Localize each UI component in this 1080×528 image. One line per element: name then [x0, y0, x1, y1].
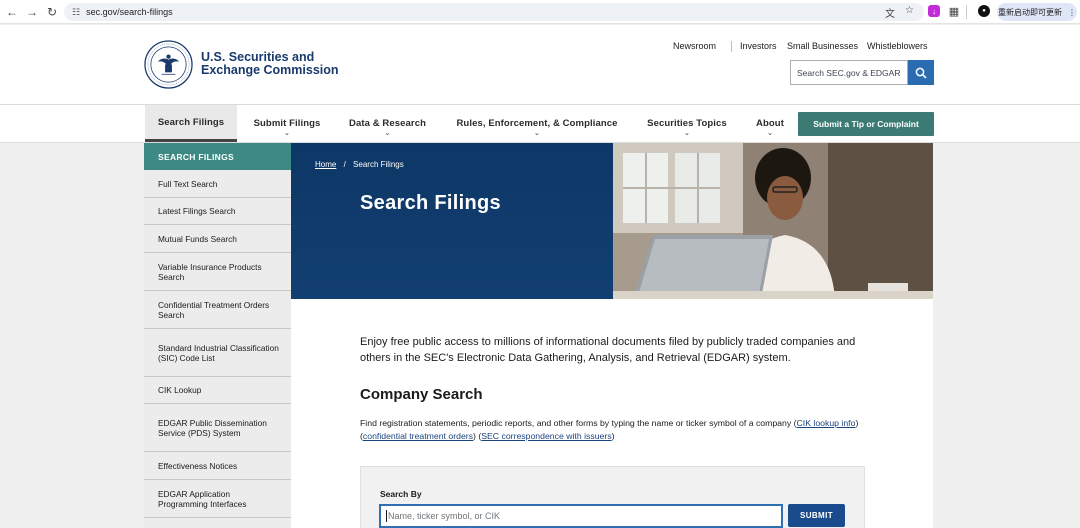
nav-label: Data & Research	[348, 118, 426, 129]
sidebar-heading[interactable]: SEARCH FILINGS	[144, 143, 291, 170]
sidebar: SEARCH FILINGS Full Text Search Latest F…	[144, 143, 291, 528]
text-caret	[386, 510, 387, 522]
breadcrumb: Home / Search Filings	[315, 160, 404, 169]
nav-about[interactable]: About ⌄	[748, 105, 792, 142]
sidebar-item-edgar-apis[interactable]: EDGAR Application Programming Interfaces	[144, 480, 291, 518]
intro-paragraph: Enjoy free public access to millions of …	[360, 336, 856, 364]
breadcrumb-home-link[interactable]: Home	[315, 160, 336, 169]
submit-button[interactable]: SUBMIT	[788, 504, 845, 527]
page-title: Search Filings	[360, 192, 501, 214]
toolbar-divider	[966, 5, 967, 19]
sidebar-item-confidential-treatment[interactable]: Confidential Treatment Orders Search	[144, 291, 291, 329]
chevron-down-icon: ⌄	[684, 130, 690, 137]
company-search-panel: Search By Name, ticker symbol, or CIK SU…	[360, 466, 865, 528]
chevron-down-icon: ⌄	[534, 130, 540, 137]
nav-label: Rules, Enforcement, & Compliance	[456, 118, 618, 129]
nav-label: About	[756, 118, 784, 129]
site-search-input[interactable]: Search SEC.gov & EDGAR	[790, 60, 908, 85]
sidebar-item-latest-filings[interactable]: Latest Filings Search	[144, 198, 291, 225]
search-by-label: Search By	[380, 489, 422, 499]
bookmark-star-icon[interactable]: ☆	[905, 5, 914, 20]
nav-submit-filings[interactable]: Submit Filings ⌄	[245, 105, 329, 142]
company-search-placeholder: Name, ticker symbol, or CIK	[388, 511, 501, 521]
utility-link-investors[interactable]: Investors	[740, 41, 777, 51]
sidebar-item-variable-insurance[interactable]: Variable Insurance Products Search	[144, 253, 291, 291]
browser-toolbar: ← → ↻ ☷ sec.gov/search-filings 文 ☆ ↓ ▦ ●…	[0, 0, 1080, 24]
chevron-down-icon: ⌄	[284, 130, 290, 137]
kebab-menu-icon: ⋮	[1068, 7, 1076, 17]
agency-name[interactable]: U.S. Securities and Exchange Commission	[201, 51, 339, 77]
address-url: sec.gov/search-filings	[86, 7, 173, 17]
submit-tip-button[interactable]: Submit a Tip or Complaint	[798, 112, 934, 136]
utility-divider	[731, 41, 732, 52]
nav-search-filings[interactable]: Search Filings	[145, 105, 237, 142]
desc-text: Find registration statements, periodic r…	[360, 418, 797, 428]
site-search-button[interactable]	[908, 60, 934, 85]
chevron-down-icon: ⌄	[384, 130, 391, 137]
agency-name-line2: Exchange Commission	[201, 63, 339, 77]
chevron-down-icon: ⌄	[767, 130, 773, 137]
utility-link-small-businesses[interactable]: Small Businesses	[787, 41, 858, 51]
back-arrow-icon[interactable]: ←	[2, 2, 22, 22]
sidebar-item-edgar-pds[interactable]: EDGAR Public Dissemination Service (PDS)…	[144, 404, 291, 452]
hero-banner: Home / Search Filings Search Filings	[291, 143, 933, 299]
nav-label: Securities Topics	[647, 118, 727, 129]
sidebar-item-mutual-funds[interactable]: Mutual Funds Search	[144, 225, 291, 253]
sidebar-item-full-text-search[interactable]: Full Text Search	[144, 170, 291, 198]
utility-link-newsroom[interactable]: Newsroom	[673, 41, 716, 51]
nav-label: Submit Filings	[253, 118, 321, 129]
update-label: 重新启动即可更新	[998, 7, 1062, 17]
sidebar-item-sic-code-list[interactable]: Standard Industrial Classification (SIC)…	[144, 329, 291, 377]
profile-avatar-icon[interactable]: ●	[978, 5, 990, 17]
forward-arrow-icon[interactable]: →	[22, 2, 42, 22]
main-navigation: Search Filings Submit Filings ⌄ Data & R…	[0, 104, 1080, 143]
nav-rules-enforcement[interactable]: Rules, Enforcement, & Compliance ⌄	[447, 105, 627, 142]
breadcrumb-separator: /	[343, 160, 346, 169]
update-button[interactable]: 重新启动即可更新 ⋮	[997, 3, 1077, 21]
site-search-placeholder: Search SEC.gov & EDGAR	[797, 67, 901, 78]
sec-seal-icon[interactable]	[144, 40, 193, 89]
extensions-puzzle-icon[interactable]: ▦	[948, 5, 960, 18]
company-search-input[interactable]: Name, ticker symbol, or CIK	[379, 504, 783, 528]
reload-icon[interactable]: ↻	[42, 2, 62, 22]
sidebar-item-cik-lookup[interactable]: CIK Lookup	[144, 377, 291, 404]
cik-lookup-info-link[interactable]: CIK lookup info	[797, 418, 856, 428]
nav-data-research[interactable]: Data & Research ⌄	[340, 105, 435, 142]
sidebar-item-effectiveness-notices[interactable]: Effectiveness Notices	[144, 452, 291, 480]
hero-photo-woman-laptop	[613, 143, 933, 299]
nav-securities-topics[interactable]: Securities Topics ⌄	[639, 105, 735, 142]
search-icon	[915, 67, 927, 79]
nav-label: Search Filings	[157, 116, 225, 128]
main-content: Home / Search Filings Search Filings Enj…	[291, 143, 933, 528]
sec-correspondence-link[interactable]: SEC correspondence with issuers	[481, 431, 611, 441]
extension-download-icon[interactable]: ↓	[928, 5, 940, 17]
utility-link-whistleblowers[interactable]: Whistleblowers	[867, 41, 928, 51]
translate-icon[interactable]: 文	[885, 5, 895, 20]
company-search-heading: Company Search	[360, 386, 483, 403]
address-bar[interactable]: ☷ sec.gov/search-filings 文 ☆	[64, 3, 924, 21]
confidential-treatment-orders-link[interactable]: confidential treatment orders	[363, 431, 473, 441]
company-search-description: Find registration statements, periodic r…	[360, 418, 859, 441]
site-settings-icon[interactable]: ☷	[72, 7, 80, 18]
breadcrumb-current: Search Filings	[353, 160, 404, 169]
